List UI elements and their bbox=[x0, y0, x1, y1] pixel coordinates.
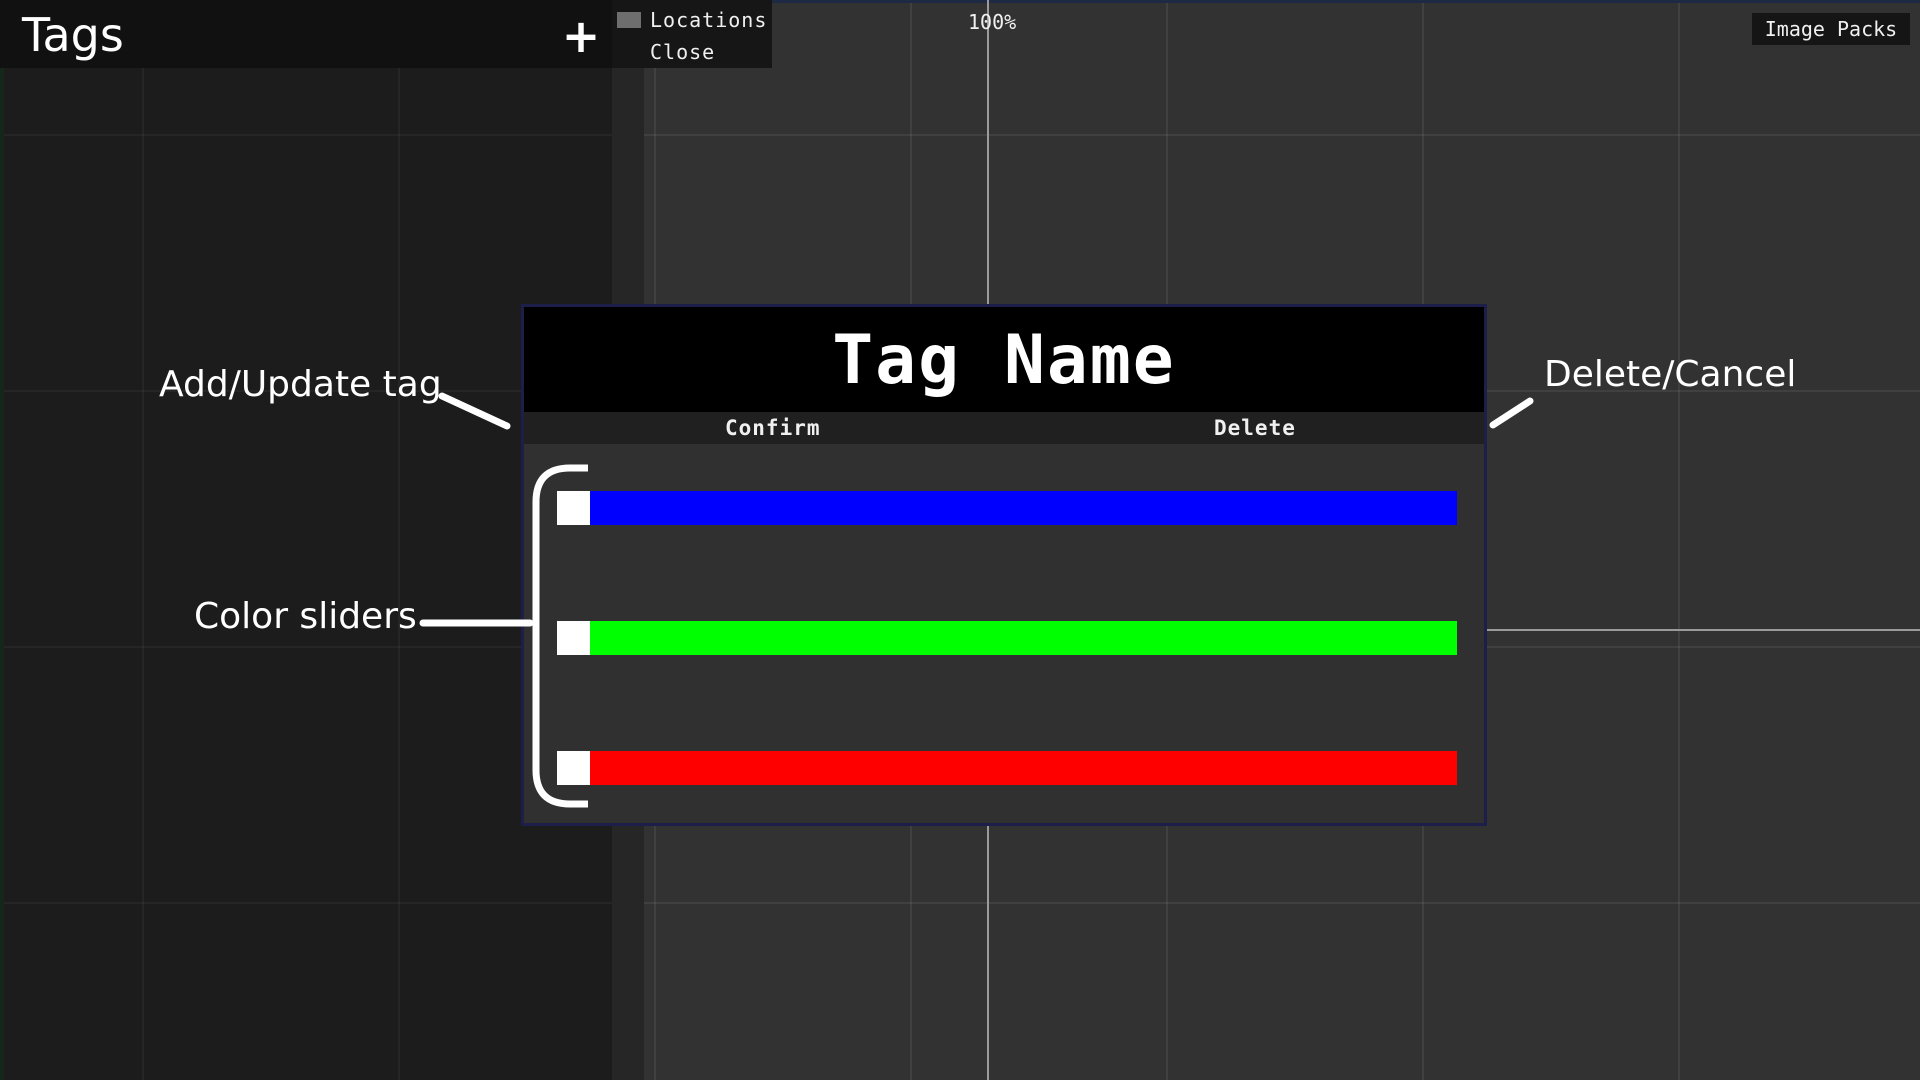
delete-cancel-pointer bbox=[1489, 397, 1534, 429]
annotation-color-sliders: Color sliders bbox=[194, 596, 417, 637]
annotation-delete-cancel: Delete/Cancel bbox=[1544, 354, 1797, 395]
annotation-overlay bbox=[419, 392, 1534, 808]
add-update-pointer bbox=[438, 392, 511, 430]
annotation-add-update: Add/Update tag bbox=[159, 364, 442, 405]
color-sliders-bracket bbox=[532, 464, 588, 808]
